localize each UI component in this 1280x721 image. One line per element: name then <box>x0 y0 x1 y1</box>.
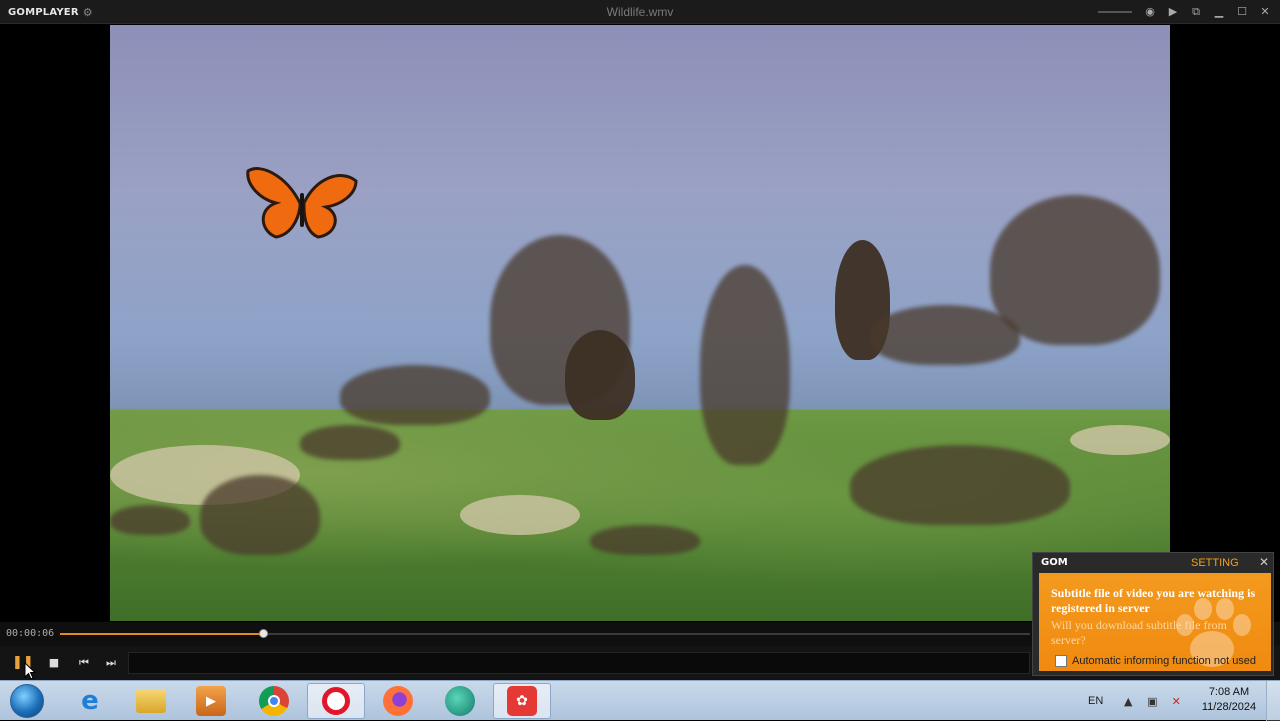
taskbar: e ▶ ✿ EN ▲ ▣ ✕ 7:08 AM 11/28/2024 <box>0 680 1280 721</box>
firefox-icon <box>383 686 413 716</box>
bird <box>565 330 635 420</box>
notification-brand: GOM <box>1041 557 1068 568</box>
auto-inform-label: Automatic informing function not used <box>1072 655 1257 667</box>
bird <box>700 265 790 465</box>
title-bar: GOMPLAYER ⚙ Wildlife.wmv ◉ ▶ ⧉ ▁ ☐ ✕ <box>0 0 1280 24</box>
taskbar-app-7[interactable] <box>431 683 489 719</box>
seek-knob[interactable] <box>258 629 268 638</box>
bird <box>110 505 190 535</box>
subtitle-notification: GOM SETTING ✕ Subtitle file of video you… <box>1032 552 1274 676</box>
notification-question[interactable]: Will you download subtitle file from ser… <box>1051 618 1251 648</box>
taskbar-gom-player[interactable]: ✿ <box>493 683 551 719</box>
bird <box>340 365 490 425</box>
bird <box>990 195 1160 345</box>
gom-player-window: GOMPLAYER ⚙ Wildlife.wmv ◉ ▶ ⧉ ▁ ☐ ✕ 00:… <box>0 0 1280 721</box>
auto-inform-checkbox[interactable] <box>1055 655 1067 667</box>
media-player-icon: ▶ <box>196 686 226 716</box>
auto-inform-option[interactable]: Automatic informing function not used <box>1055 655 1256 667</box>
taskbar-opera[interactable] <box>307 683 365 719</box>
volume-slider[interactable] <box>1098 11 1132 13</box>
video-frame <box>110 25 1170 621</box>
stop-icon[interactable]: ■ <box>46 655 62 671</box>
taskbar-firefox[interactable] <box>369 683 427 719</box>
control-panel <box>128 652 1030 674</box>
notification-message: Subtitle file of video you are watching … <box>1051 586 1256 615</box>
previous-icon[interactable]: ⏮ <box>76 655 92 671</box>
chrome-icon <box>259 686 289 716</box>
bird <box>850 445 1070 525</box>
sand-patch <box>460 495 580 535</box>
minimize-icon[interactable]: ▁ <box>1212 3 1226 21</box>
language-indicator[interactable]: EN <box>1088 695 1103 707</box>
notification-header: GOM SETTING ✕ <box>1033 553 1273 573</box>
clock-time: 7:08 AM <box>1208 686 1250 698</box>
gom-player-icon: ✿ <box>507 686 537 716</box>
window-controls: ◉ ▶ ⧉ ▁ ☐ ✕ <box>1098 3 1272 21</box>
bird <box>590 525 700 555</box>
folder-icon <box>136 689 166 713</box>
seek-bar[interactable] <box>60 629 1030 638</box>
maximize-icon[interactable]: ☐ <box>1235 3 1249 21</box>
window-title: Wildlife.wmv <box>606 5 674 19</box>
taskbar-internet-explorer[interactable]: e <box>61 683 119 719</box>
seek-bar-fill <box>60 633 264 635</box>
clock[interactable]: 7:08 AM 11/28/2024 <box>1196 685 1262 715</box>
mouse-cursor-icon <box>24 662 36 680</box>
close-icon[interactable]: ✕ <box>1259 555 1269 569</box>
clock-date: 11/28/2024 <box>1201 701 1257 713</box>
taskbar-media-player[interactable]: ▶ <box>182 683 240 719</box>
next-icon[interactable]: ⏭ <box>103 655 119 671</box>
show-hidden-icons-icon[interactable]: ▲ <box>1121 695 1135 708</box>
app-globe-icon <box>445 686 475 716</box>
bird <box>200 475 320 555</box>
elapsed-time: 00:00:06 <box>6 628 55 639</box>
taskbar-file-explorer[interactable] <box>122 683 180 719</box>
volume-muted-icon[interactable]: ✕ <box>1169 695 1183 708</box>
speaker-icon[interactable]: ◉ <box>1143 3 1157 21</box>
setting-link[interactable]: SETTING <box>1191 557 1239 569</box>
internet-explorer-icon: e <box>81 686 99 716</box>
video-area[interactable] <box>0 25 1280 621</box>
opera-icon <box>322 687 350 715</box>
sand-patch <box>1070 425 1170 455</box>
network-icon[interactable]: ▣ <box>1145 695 1159 708</box>
start-button[interactable] <box>10 684 44 718</box>
close-icon[interactable]: ✕ <box>1258 3 1272 21</box>
play-icon[interactable]: ▶ <box>1166 3 1180 21</box>
notification-body[interactable]: Subtitle file of video you are watching … <box>1039 573 1271 671</box>
butterfly <box>246 167 358 239</box>
show-desktop-button[interactable] <box>1266 681 1280 721</box>
system-tray: EN ▲ ▣ ✕ <box>1088 681 1193 721</box>
bird <box>300 425 400 460</box>
taskbar-chrome[interactable] <box>245 683 303 719</box>
restore-icon[interactable]: ⧉ <box>1189 3 1203 21</box>
